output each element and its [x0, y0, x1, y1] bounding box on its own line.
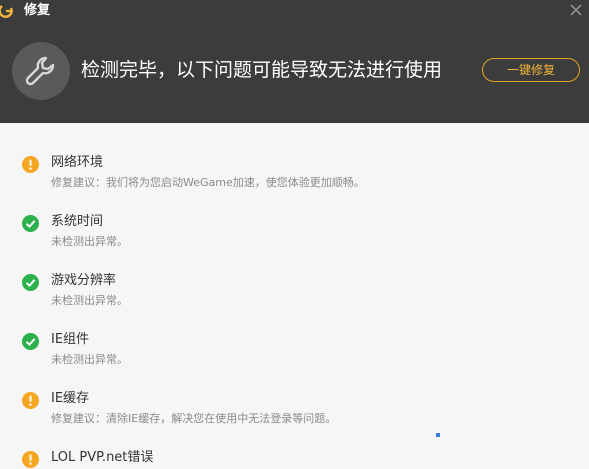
list-item-resolution: 游戏分辨率 未检测出异常。	[0, 241, 589, 307]
mouse-cursor	[436, 433, 440, 437]
wegame-logo-icon	[0, 3, 14, 19]
title-bar: 修复	[0, 0, 589, 24]
item-title: LOL PVP.net错误	[51, 450, 154, 465]
item-title: IE缓存	[51, 391, 90, 406]
scan-result-headline: 检测完毕，以下问题可能导致无法进行使用	[81, 59, 443, 81]
check-ok-icon	[22, 274, 39, 291]
repair-tool-badge	[12, 42, 70, 100]
one-click-fix-button[interactable]: 一键修复	[482, 58, 580, 82]
check-ok-icon	[22, 333, 39, 350]
list-item-ie-cache: IE缓存 修复建议：清除IE缓存，解决您在使用中无法登录等问题。	[0, 359, 589, 425]
item-title: 系统时间	[51, 214, 104, 229]
header-panel: 修复 检测完毕，以下问题可能导致无法进行使用 一键修复	[0, 0, 589, 123]
item-title: 网络环境	[51, 155, 104, 170]
item-title: 游戏分辨率	[51, 273, 117, 288]
check-ok-icon	[22, 215, 39, 232]
check-result-list: 网络环境 修复建议：我们将为您启动WeGame加速，使您体验更加顺畅。 系统时间…	[0, 123, 589, 469]
list-item-system-time: 系统时间 未检测出异常。	[0, 182, 589, 248]
item-title: IE组件	[51, 332, 90, 347]
list-item-network: 网络环境 修复建议：我们将为您启动WeGame加速，使您体验更加顺畅。	[0, 123, 589, 189]
list-item-lol-pvp: LOL PVP.net错误	[0, 418, 589, 468]
list-item-ie-component: IE组件 未检测出异常。	[0, 300, 589, 366]
warning-icon	[22, 392, 39, 409]
warning-icon	[22, 451, 39, 468]
close-icon[interactable]	[569, 2, 583, 16]
window-title: 修复	[24, 3, 51, 18]
wrench-icon	[25, 56, 55, 86]
warning-icon	[22, 156, 39, 173]
repair-window: 修复 检测完毕，以下问题可能导致无法进行使用 一键修复 网络环境 修复建议：我们…	[0, 0, 589, 469]
